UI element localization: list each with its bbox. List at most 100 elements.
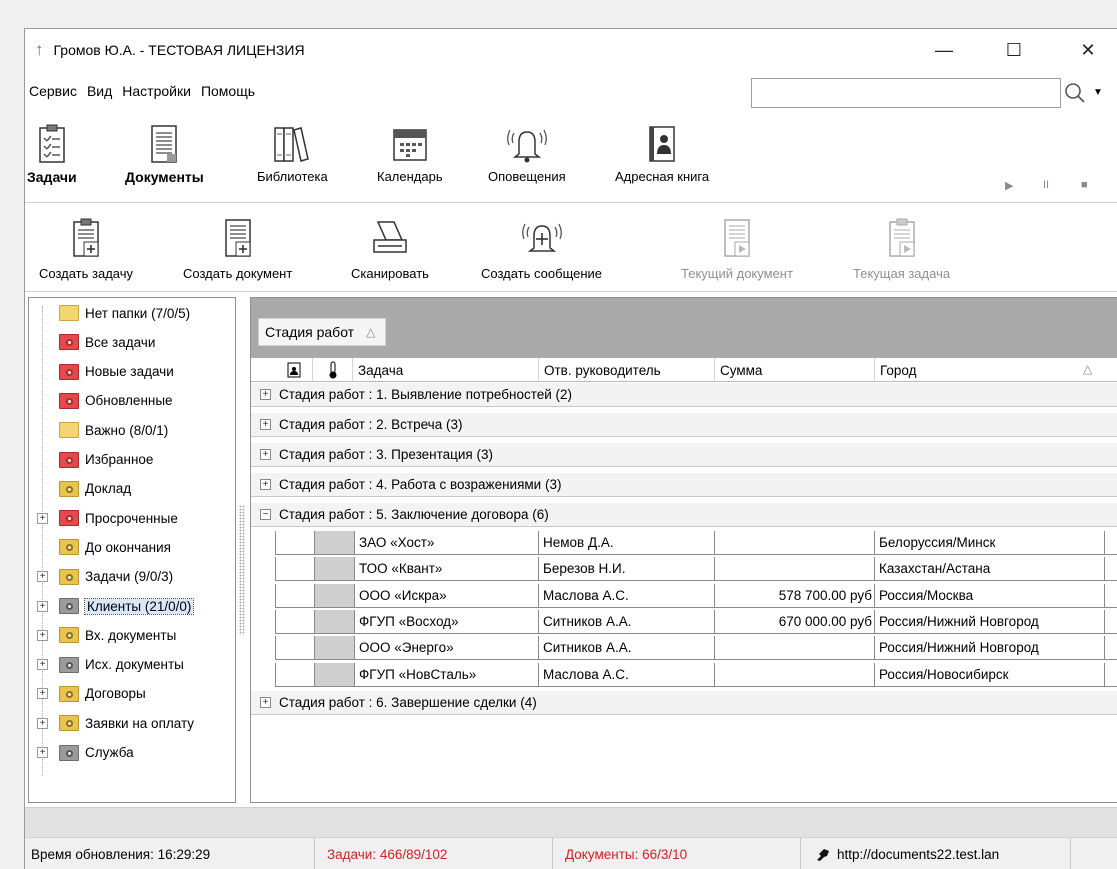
collapse-icon[interactable]: − (260, 509, 271, 520)
cell-city: Россия/Нижний Новгород (875, 636, 1105, 660)
expand-icon[interactable]: + (260, 696, 271, 708)
expand-icon[interactable]: + (37, 512, 48, 524)
table-row[interactable]: ТОО «Квант» Березов Н.И. Казахстан/Астана (275, 557, 1117, 582)
tree-item[interactable]: Все задачи (29, 329, 235, 355)
library-button[interactable]: Библиотека (257, 121, 328, 184)
tree-item[interactable]: + Просроченные (29, 505, 235, 531)
tree-item-label: Задачи (9/0/3) (85, 569, 174, 585)
tree-item[interactable]: До окончания (29, 534, 235, 560)
search-input[interactable] (751, 78, 1061, 108)
panel-splitter[interactable] (236, 297, 250, 803)
city-sort-icon[interactable]: △ (1083, 362, 1092, 376)
header-manager[interactable]: Отв. руководитель (539, 358, 715, 382)
expand-icon[interactable]: + (37, 747, 48, 758)
calendar-button[interactable]: Календарь (377, 121, 443, 184)
folder-icon (59, 422, 79, 439)
tree-item-label: Новые задачи (85, 364, 174, 380)
tree-item[interactable]: + Задачи (9/0/3) (29, 564, 235, 590)
address-book-button[interactable]: Адресная книга (615, 121, 709, 184)
menu-settings[interactable]: Настройки (117, 83, 196, 99)
search-icon[interactable] (1063, 81, 1087, 105)
expand-icon[interactable]: + (37, 659, 48, 671)
header-city[interactable]: Город (875, 358, 1087, 382)
expand-icon[interactable]: + (37, 571, 48, 583)
expand-icon[interactable]: + (260, 479, 271, 490)
create-task-icon (64, 216, 108, 260)
expand-icon[interactable]: + (37, 688, 48, 700)
menu-help[interactable]: Помощь (196, 83, 260, 99)
tree-item[interactable]: Новые задачи (29, 359, 235, 385)
group-row[interactable]: + Стадия работ : 2. Встреча (3) (251, 413, 1117, 437)
expand-icon[interactable]: + (260, 419, 271, 430)
tree-item-label: Служба (85, 745, 134, 760)
notifications-button[interactable]: Оповещения (488, 121, 566, 184)
expand-icon[interactable]: + (260, 449, 271, 460)
notifications-label: Оповещения (488, 169, 566, 184)
header-priority-icon[interactable] (313, 358, 353, 382)
status-bar: Время обновления: 16:29:29 Задачи: 466/8… (25, 837, 1117, 869)
minimize-button[interactable]: — (921, 35, 967, 65)
splitter-grip[interactable] (239, 505, 245, 635)
address-book-label: Адресная книга (615, 169, 710, 184)
header-task[interactable]: Задача (353, 358, 539, 382)
header-sum[interactable]: Сумма (715, 358, 875, 382)
create-document-button[interactable]: Создать документ (183, 216, 292, 281)
current-document-button[interactable]: Текущий документ (681, 216, 793, 281)
group-row[interactable]: + Стадия работ : 4. Работа с возражениями… (251, 473, 1117, 497)
status-tasks: Задачи: 466/89/102 (315, 838, 553, 869)
cell-sum (715, 557, 875, 581)
tree-item[interactable]: + Договоры (29, 681, 235, 707)
create-message-label: Создать сообщение (481, 266, 603, 281)
cell-manager: Маслова А.С. (539, 662, 715, 686)
tree-item[interactable]: + Клиенты (21/0/0) (29, 593, 235, 619)
group-row[interactable]: + Стадия работ : 6. Завершение сделки (4) (251, 690, 1117, 715)
cell-sum: 670 000.00 руб (715, 609, 875, 633)
tree-item-label: Обновленные (85, 393, 173, 409)
expand-icon[interactable]: + (260, 389, 271, 400)
cell-empty (275, 662, 315, 686)
current-task-button[interactable]: Текущая задача (853, 216, 950, 281)
table-row[interactable]: ООО «Энерго» Ситников А.А. Россия/Нижний Н… (275, 636, 1117, 661)
group-row[interactable]: − Стадия работ : 5. Заключение договора (… (251, 503, 1117, 527)
tree-item[interactable]: Нет папки (7/0/5) (29, 300, 235, 326)
tree-item[interactable]: + Вх. документы (29, 622, 235, 648)
table-row[interactable]: ФГУП «Восход» Ситников А.А. 670 000.00 руб… (275, 609, 1117, 634)
tasks-button[interactable]: Задачи (27, 121, 77, 185)
pause-icon[interactable]: II (1043, 179, 1049, 191)
cell-sum (715, 662, 875, 686)
documents-button[interactable]: Документы (125, 121, 204, 185)
close-button[interactable]: ✕ (1065, 35, 1111, 65)
tree-item[interactable]: Избранное (29, 447, 235, 473)
scan-button[interactable]: Сканировать (351, 216, 429, 281)
cell-task: ФГУП «Восход» (355, 609, 539, 633)
table-row[interactable]: ЗАО «Хост» Немов Д.А. Белоруссия/Минск (275, 531, 1117, 555)
tree-item[interactable]: + Исх. документы (29, 652, 235, 678)
expand-icon[interactable]: + (37, 629, 48, 641)
tree-item-label: Важно (8/0/1) (85, 422, 169, 438)
create-message-button[interactable]: Создать сообщение (481, 216, 602, 281)
table-row[interactable]: ООО «Искра» Маслова А.С. 578 700.00 руб Рос… (275, 583, 1117, 608)
stop-icon[interactable]: ■ (1081, 179, 1088, 191)
app-logo-icon: ↑ (35, 40, 44, 59)
tree-item[interactable]: Важно (8/0/1) (29, 417, 235, 443)
table-row[interactable]: ФГУП «НовСталь» Маслова А.С. Россия/Новоси… (275, 662, 1117, 687)
expand-icon[interactable]: + (37, 717, 48, 729)
maximize-button[interactable]: ☐ (991, 35, 1037, 65)
group-row[interactable]: + Стадия работ : 3. Презентация (3) (251, 443, 1117, 467)
group-by-chip[interactable]: Стадия работ △ (258, 318, 387, 346)
group-row[interactable]: + Стадия работ : 1. Выявление потребносте… (251, 383, 1117, 407)
menu-view[interactable]: Вид (82, 83, 117, 99)
tree-item[interactable]: Доклад (29, 476, 235, 502)
menu-service[interactable]: Сервис (25, 83, 82, 99)
tree-item[interactable]: + Служба (29, 740, 235, 766)
search-dropdown-icon[interactable]: ▼ (1093, 87, 1103, 98)
play-icon[interactable]: ▶ (1005, 179, 1013, 192)
tree-item[interactable]: Обновленные (29, 388, 235, 414)
create-task-button[interactable]: Создать задачу (39, 216, 133, 281)
tree-item[interactable]: + Заявки на оплату (29, 710, 235, 736)
horizontal-scrollbar[interactable] (25, 807, 1117, 837)
expand-icon[interactable]: + (37, 600, 48, 612)
header-doc-icon[interactable] (275, 358, 313, 382)
current-document-icon (715, 216, 759, 260)
cell-empty (275, 557, 315, 581)
